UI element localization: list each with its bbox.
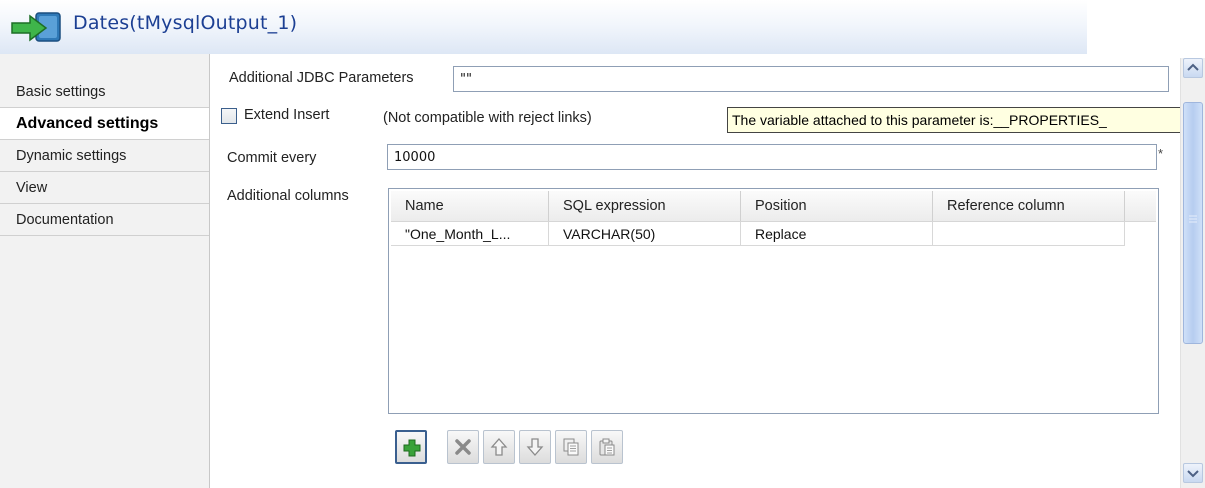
cell-sql-expression[interactable]: VARCHAR(50) [549, 222, 741, 246]
extend-insert-label: Extend Insert [244, 107, 330, 123]
copy-icon [563, 438, 579, 456]
move-up-button[interactable] [483, 430, 515, 464]
commit-every-input[interactable] [387, 144, 1157, 170]
chevron-up-icon [1187, 63, 1199, 71]
editor-header: Dates(tMysqlOutput_1) [0, 0, 1087, 54]
scroll-up-button[interactable] [1183, 58, 1203, 78]
tab-label: Advanced settings [16, 115, 159, 132]
tab-label: View [16, 180, 48, 196]
tab-label: Documentation [16, 212, 114, 228]
column-header-position[interactable]: Position [741, 191, 933, 221]
output-arrow-icon [11, 12, 61, 42]
move-down-icon [526, 438, 544, 456]
cell-reference-column[interactable] [933, 222, 1125, 246]
move-down-button[interactable] [519, 430, 551, 464]
add-icon [403, 439, 421, 457]
commit-every-label: Commit every [227, 150, 317, 166]
delete-row-button[interactable] [447, 430, 479, 464]
jdbc-params-input[interactable] [453, 66, 1169, 92]
required-marker: * [1158, 146, 1164, 161]
grip-icon [1189, 215, 1197, 223]
cell-position[interactable]: Replace [741, 222, 933, 246]
add-row-button[interactable] [395, 430, 427, 464]
jdbc-params-label: Additional JDBC Parameters [229, 70, 414, 86]
column-header-name[interactable]: Name [391, 191, 549, 221]
paste-button[interactable] [591, 430, 623, 464]
column-header-sql-expression[interactable]: SQL expression [549, 191, 741, 221]
additional-columns-table[interactable]: Name SQL expression Position Reference c… [388, 188, 1159, 414]
component-title: Dates(tMysqlOutput_1) [73, 12, 298, 34]
column-header-reference-column[interactable]: Reference column [933, 191, 1125, 221]
vertical-scrollbar[interactable] [1180, 58, 1205, 488]
tab-view[interactable]: View [0, 172, 209, 204]
table-header: Name SQL expression Position Reference c… [391, 191, 1156, 222]
additional-columns-label: Additional columns [227, 188, 349, 204]
extend-insert-checkbox[interactable] [221, 108, 237, 124]
scroll-down-button[interactable] [1183, 463, 1203, 483]
scroll-thumb[interactable] [1183, 102, 1203, 344]
tab-documentation[interactable]: Documentation [0, 204, 209, 236]
parameter-tooltip: The variable attached to this parameter … [727, 107, 1205, 133]
copy-button[interactable] [555, 430, 587, 464]
tab-advanced-settings[interactable]: Advanced settings [0, 108, 209, 140]
tab-label: Basic settings [16, 84, 106, 100]
cell-name[interactable]: "One_Month_L... [391, 222, 549, 246]
paste-icon [599, 438, 615, 456]
move-up-icon [490, 438, 508, 456]
extend-insert-note: (Not compatible with reject links) [383, 110, 592, 126]
table-row[interactable]: "One_Month_L... VARCHAR(50) Replace [391, 222, 1126, 246]
delete-icon [455, 439, 471, 455]
settings-sidebar: Basic settings Advanced settings Dynamic… [0, 54, 210, 488]
tab-basic-settings[interactable]: Basic settings [0, 76, 209, 108]
tab-dynamic-settings[interactable]: Dynamic settings [0, 140, 209, 172]
tab-label: Dynamic settings [16, 148, 127, 164]
chevron-down-icon [1187, 470, 1199, 478]
